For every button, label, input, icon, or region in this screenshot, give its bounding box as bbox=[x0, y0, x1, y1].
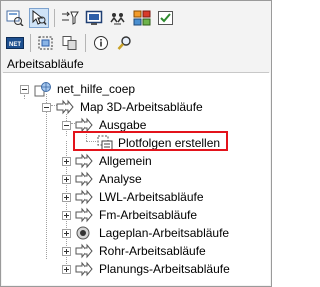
toolbar-separator bbox=[85, 34, 86, 52]
info-button[interactable] bbox=[91, 33, 111, 53]
tree-label-analyse: Analyse bbox=[99, 172, 142, 186]
copy-icon bbox=[62, 36, 77, 50]
expand-icon[interactable] bbox=[62, 193, 71, 202]
net-logo-icon: NET bbox=[6, 37, 24, 49]
tree-node-fm[interactable]: Fm-Arbeitsabläufe bbox=[2, 206, 262, 224]
map-pin-icon bbox=[76, 226, 90, 240]
expand-icon[interactable] bbox=[62, 157, 71, 166]
tree-node-rohr[interactable]: Rohr-Arbeitsabläufe bbox=[2, 242, 262, 260]
view-properties-icon bbox=[6, 10, 24, 26]
toolbar-separator bbox=[30, 34, 31, 52]
expand-icon[interactable] bbox=[62, 229, 71, 238]
toolbar-row-2: NET bbox=[2, 32, 139, 54]
search-button[interactable] bbox=[115, 33, 135, 53]
tree-label-lageplan: Lageplan-Arbeitsabläufe bbox=[99, 226, 230, 240]
dashed-select-button[interactable] bbox=[36, 33, 56, 53]
select-tool-icon bbox=[32, 10, 47, 25]
workflow-panel: NET Arbeitsabläufe net_hilfe_coep Map 3D… bbox=[0, 0, 272, 287]
tree-node-root[interactable]: net_hilfe_coep bbox=[2, 80, 262, 98]
highlight-box bbox=[73, 131, 228, 151]
tree-node-lageplan[interactable]: Lageplan-Arbeitsabläufe bbox=[2, 224, 262, 242]
tree-label-allgemein: Allgemein bbox=[99, 154, 152, 168]
checklist-button[interactable] bbox=[156, 8, 176, 28]
filter-button[interactable] bbox=[60, 8, 80, 28]
net-button[interactable]: NET bbox=[5, 33, 25, 53]
tree-label-rohr: Rohr-Arbeitsabläufe bbox=[99, 244, 206, 258]
toolbar-row-1 bbox=[2, 7, 180, 29]
search-icon bbox=[117, 36, 131, 50]
tree-node-planungs[interactable]: Planungs-Arbeitsabläufe bbox=[2, 260, 262, 278]
monitor-icon bbox=[85, 10, 103, 25]
section-title: Arbeitsabläufe bbox=[7, 57, 84, 71]
tree-node-analyse[interactable]: Analyse bbox=[2, 170, 262, 188]
collapse-icon[interactable] bbox=[20, 85, 29, 94]
checklist-icon bbox=[158, 11, 173, 25]
tree-label-map3d: Map 3D-Arbeitsabläufe bbox=[80, 100, 203, 114]
expand-icon[interactable] bbox=[62, 247, 71, 256]
workflow-folder-icon bbox=[75, 189, 93, 205]
copy-button[interactable] bbox=[60, 33, 80, 53]
workflow-grid-icon bbox=[133, 10, 151, 26]
project-root-icon bbox=[34, 82, 51, 97]
workflow-folder-icon bbox=[75, 261, 93, 277]
people-network-button[interactable] bbox=[108, 8, 128, 28]
collapse-icon[interactable] bbox=[42, 103, 51, 112]
people-network-icon bbox=[110, 13, 125, 25]
tree-node-allgemein[interactable]: Allgemein bbox=[2, 152, 262, 170]
workflow-tree: net_hilfe_coep Map 3D-Arbeitsabläufe Aus… bbox=[2, 73, 270, 285]
expand-icon[interactable] bbox=[62, 175, 71, 184]
tree-node-lwl[interactable]: LWL-Arbeitsabläufe bbox=[2, 188, 262, 206]
tree-label-lwl: LWL-Arbeitsabläufe bbox=[99, 190, 204, 204]
tree-node-map3d[interactable]: Map 3D-Arbeitsabläufe bbox=[2, 98, 262, 116]
workflow-folder-icon bbox=[75, 171, 93, 187]
toolbar-separator bbox=[54, 9, 55, 27]
tree-label-fm: Fm-Arbeitsabläufe bbox=[99, 208, 198, 222]
expand-icon[interactable] bbox=[62, 265, 71, 274]
workflow-folder-icon bbox=[75, 243, 93, 259]
workflow-folder-icon bbox=[75, 207, 93, 223]
svg-text:NET: NET bbox=[9, 42, 21, 48]
expand-icon[interactable] bbox=[62, 211, 71, 220]
workflow-folder-icon bbox=[56, 99, 74, 115]
select-tool-button[interactable] bbox=[29, 8, 49, 28]
workflow-grid-button[interactable] bbox=[132, 8, 152, 28]
dashed-select-icon bbox=[38, 36, 53, 50]
tree-label-planungs: Planungs-Arbeitsabläufe bbox=[99, 262, 230, 276]
tree-label-root: net_hilfe_coep bbox=[57, 82, 136, 96]
info-icon bbox=[94, 36, 108, 50]
view-properties-button[interactable] bbox=[5, 8, 25, 28]
workflow-folder-icon bbox=[75, 153, 93, 169]
collapse-icon[interactable] bbox=[62, 121, 71, 130]
filter-icon bbox=[62, 11, 79, 25]
monitor-button[interactable] bbox=[84, 8, 104, 28]
